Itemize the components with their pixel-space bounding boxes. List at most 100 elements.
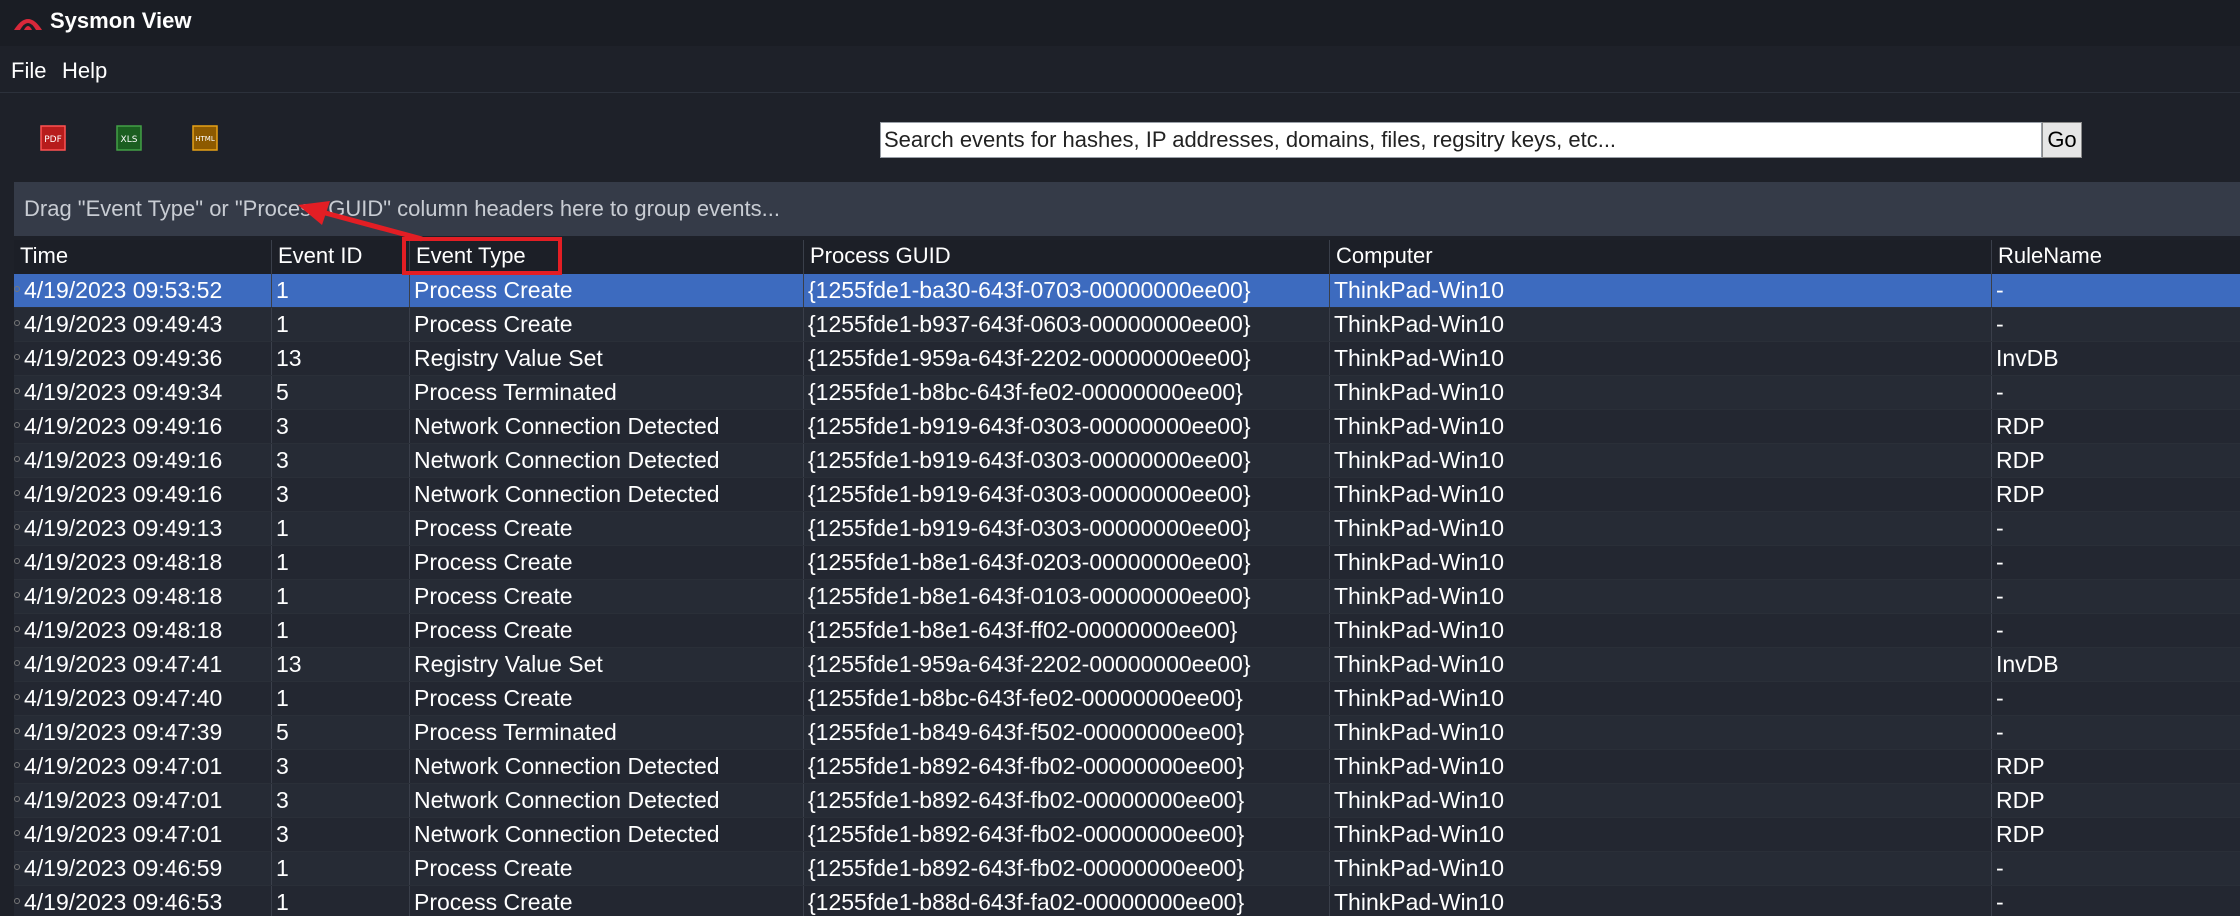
html-icon: HTML bbox=[192, 125, 218, 151]
search-input[interactable] bbox=[880, 122, 2042, 158]
cell-event-type: Network Connection Detected bbox=[410, 818, 804, 851]
table-row[interactable]: 4/19/2023 09:48:18 1 Process Create {1255fd… bbox=[14, 546, 2240, 580]
table-row[interactable]: 4/19/2023 09:53:52 1 Process Create {1255fd… bbox=[14, 274, 2240, 308]
cell-event-type: Process Create bbox=[410, 886, 804, 916]
cell-computer: ThinkPad-Win10 bbox=[1330, 682, 1992, 715]
table-row[interactable]: 4/19/2023 09:49:16 3 Network Connection De… bbox=[14, 478, 2240, 512]
cell-rulename: - bbox=[1996, 685, 2004, 711]
cell-process-guid: {1255fde1-b8bc-643f-fe02-00000000ee00} bbox=[804, 376, 1330, 409]
column-header-rulename[interactable]: RuleName bbox=[1992, 240, 2240, 274]
table-row[interactable]: 4/19/2023 09:47:01 3 Network Connection De… bbox=[14, 750, 2240, 784]
cell-computer: ThinkPad-Win10 bbox=[1330, 444, 1992, 477]
table-row[interactable]: 4/19/2023 09:49:36 13 Registry Value Set {1… bbox=[14, 342, 2240, 376]
cell-event-id: 1 bbox=[272, 308, 410, 341]
table-row[interactable]: 4/19/2023 09:49:13 1 Process Create {1255fd… bbox=[14, 512, 2240, 546]
table-row[interactable]: 4/19/2023 09:46:53 1 Process Create {1255fd… bbox=[14, 886, 2240, 916]
cell-process-guid: {1255fde1-b919-643f-0303-00000000ee00} bbox=[804, 410, 1330, 443]
cell-event-type: Process Create bbox=[410, 546, 804, 579]
cell-event-id: 3 bbox=[272, 478, 410, 511]
go-button[interactable]: Go bbox=[2042, 122, 2082, 158]
cell-event-type: Process Create bbox=[410, 512, 804, 545]
cell-rulename: InvDB bbox=[1996, 345, 2059, 371]
export-pdf-button[interactable]: PDF bbox=[38, 123, 68, 153]
cell-rulename: RDP bbox=[1996, 821, 2045, 847]
cell-event-id: 3 bbox=[272, 750, 410, 783]
column-header-computer[interactable]: Computer bbox=[1330, 240, 1992, 274]
cell-computer: ThinkPad-Win10 bbox=[1330, 376, 1992, 409]
cell-process-guid: {1255fde1-b8e1-643f-ff02-00000000ee00} bbox=[804, 614, 1330, 647]
cell-process-guid: {1255fde1-b919-643f-0303-00000000ee00} bbox=[804, 478, 1330, 511]
cell-event-type: Process Create bbox=[410, 682, 804, 715]
cell-event-id: 3 bbox=[272, 410, 410, 443]
column-header-event-id[interactable]: Event ID bbox=[272, 240, 410, 274]
cell-event-type: Network Connection Detected bbox=[410, 444, 804, 477]
table-row[interactable]: 4/19/2023 09:49:34 5 Process Terminated {12… bbox=[14, 376, 2240, 410]
table-row[interactable]: 4/19/2023 09:48:18 1 Process Create {1255fd… bbox=[14, 614, 2240, 648]
cell-rulename: - bbox=[1996, 617, 2004, 643]
cell-event-id: 1 bbox=[272, 512, 410, 545]
table-row[interactable]: 4/19/2023 09:49:16 3 Network Connection De… bbox=[14, 444, 2240, 478]
table-row[interactable]: 4/19/2023 09:48:18 1 Process Create {1255fd… bbox=[14, 580, 2240, 614]
column-header-event-type[interactable]: Event Type bbox=[410, 240, 804, 274]
cell-time: 4/19/2023 09:49:34 bbox=[20, 376, 272, 409]
cell-rulename: RDP bbox=[1996, 753, 2045, 779]
cell-rulename: - bbox=[1996, 549, 2004, 575]
cell-time: 4/19/2023 09:47:01 bbox=[20, 750, 272, 783]
table-row[interactable]: 4/19/2023 09:49:43 1 Process Create {1255fd… bbox=[14, 308, 2240, 342]
pdf-icon: PDF bbox=[40, 125, 66, 151]
events-grid: Time Event ID Event Type Process GUID Co… bbox=[14, 240, 2240, 916]
cell-rulename: - bbox=[1996, 311, 2004, 337]
cell-computer: ThinkPad-Win10 bbox=[1330, 580, 1992, 613]
cell-rulename: - bbox=[1996, 889, 2004, 915]
group-by-panel[interactable]: Drag "Event Type" or "Process GUID" colu… bbox=[14, 182, 2240, 236]
menu-bar: File Help bbox=[0, 52, 2240, 92]
cell-event-id: 5 bbox=[272, 376, 410, 409]
cell-computer: ThinkPad-Win10 bbox=[1330, 750, 1992, 783]
cell-time: 4/19/2023 09:47:41 bbox=[20, 648, 272, 681]
cell-event-id: 1 bbox=[272, 852, 410, 885]
cell-process-guid: {1255fde1-b892-643f-fb02-00000000ee00} bbox=[804, 852, 1330, 885]
cell-process-guid: {1255fde1-b8bc-643f-fe02-00000000ee00} bbox=[804, 682, 1330, 715]
export-xls-button[interactable]: XLS bbox=[114, 123, 144, 153]
cell-event-id: 5 bbox=[272, 716, 410, 749]
cell-computer: ThinkPad-Win10 bbox=[1330, 614, 1992, 647]
cell-event-id: 1 bbox=[272, 580, 410, 613]
cell-rulename: - bbox=[1996, 379, 2004, 405]
cell-time: 4/19/2023 09:49:43 bbox=[20, 308, 272, 341]
cell-event-type: Registry Value Set bbox=[410, 342, 804, 375]
cell-event-type: Process Terminated bbox=[410, 716, 804, 749]
cell-event-type: Network Connection Detected bbox=[410, 410, 804, 443]
table-row[interactable]: 4/19/2023 09:49:16 3 Network Connection De… bbox=[14, 410, 2240, 444]
table-row[interactable]: 4/19/2023 09:47:40 1 Process Create {1255fd… bbox=[14, 682, 2240, 716]
cell-time: 4/19/2023 09:49:13 bbox=[20, 512, 272, 545]
table-row[interactable]: 4/19/2023 09:47:01 3 Network Connection De… bbox=[14, 784, 2240, 818]
menu-help[interactable]: Help bbox=[62, 58, 107, 84]
cell-time: 4/19/2023 09:48:18 bbox=[20, 614, 272, 647]
svg-text:PDF: PDF bbox=[44, 135, 62, 145]
table-row[interactable]: 4/19/2023 09:46:59 1 Process Create {1255fd… bbox=[14, 852, 2240, 886]
cell-process-guid: {1255fde1-959a-643f-2202-00000000ee00} bbox=[804, 342, 1330, 375]
table-row[interactable]: 4/19/2023 09:47:41 13 Registry Value Set {1… bbox=[14, 648, 2240, 682]
cell-time: 4/19/2023 09:47:40 bbox=[20, 682, 272, 715]
cell-process-guid: {1255fde1-b88d-643f-fa02-00000000ee00} bbox=[804, 886, 1330, 916]
cell-time: 4/19/2023 09:47:01 bbox=[20, 784, 272, 817]
table-row[interactable]: 4/19/2023 09:47:01 3 Network Connection De… bbox=[14, 818, 2240, 852]
cell-event-id: 13 bbox=[272, 648, 410, 681]
cell-rulename: - bbox=[1996, 515, 2004, 541]
export-html-button[interactable]: HTML bbox=[190, 123, 220, 153]
cell-process-guid: {1255fde1-b892-643f-fb02-00000000ee00} bbox=[804, 750, 1330, 783]
cell-computer: ThinkPad-Win10 bbox=[1330, 410, 1992, 443]
cell-process-guid: {1255fde1-b892-643f-fb02-00000000ee00} bbox=[804, 818, 1330, 851]
cell-rulename: - bbox=[1996, 583, 2004, 609]
cell-computer: ThinkPad-Win10 bbox=[1330, 274, 1992, 307]
cell-process-guid: {1255fde1-b937-643f-0603-00000000ee00} bbox=[804, 308, 1330, 341]
cell-time: 4/19/2023 09:46:53 bbox=[20, 886, 272, 916]
column-header-process-guid[interactable]: Process GUID bbox=[804, 240, 1330, 274]
column-header-time[interactable]: Time bbox=[14, 240, 272, 274]
menu-file[interactable]: File bbox=[11, 58, 46, 84]
cell-computer: ThinkPad-Win10 bbox=[1330, 308, 1992, 341]
cell-process-guid: {1255fde1-ba30-643f-0703-00000000ee00} bbox=[804, 274, 1330, 307]
table-row[interactable]: 4/19/2023 09:47:39 5 Process Terminated {12… bbox=[14, 716, 2240, 750]
cell-computer: ThinkPad-Win10 bbox=[1330, 716, 1992, 749]
cell-time: 4/19/2023 09:49:16 bbox=[20, 444, 272, 477]
